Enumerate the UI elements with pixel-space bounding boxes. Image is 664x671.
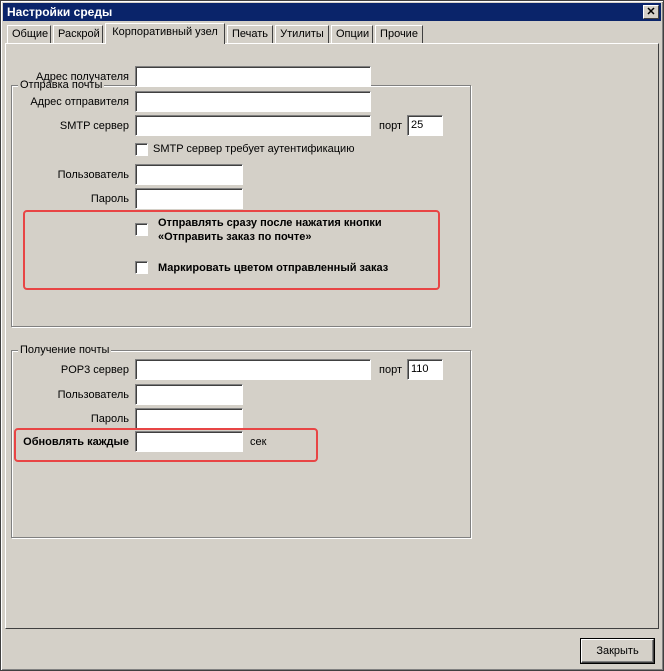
tab-other[interactable]: Прочие: [375, 25, 423, 43]
pop3-input[interactable]: [135, 359, 371, 380]
tab-cutting[interactable]: Раскрой: [53, 25, 103, 43]
tab-options[interactable]: Опции: [331, 25, 373, 43]
recipient-label: Адрес получателя: [36, 71, 129, 83]
receive-password-input[interactable]: [135, 408, 243, 429]
send-immediately-label-line2: «Отправить заказ по почте»: [158, 231, 312, 243]
refresh-unit-label: сек: [250, 436, 267, 448]
tab-print[interactable]: Печать: [227, 25, 273, 43]
receive-user-input[interactable]: [135, 384, 243, 405]
mark-color-label: Маркировать цветом отправленный заказ: [158, 262, 389, 274]
receive-mail-group-title: Получение почты: [18, 344, 112, 356]
sender-label: Адрес отправителя: [30, 96, 129, 108]
send-user-input[interactable]: [135, 164, 243, 185]
refresh-interval-label: Обновлять каждые: [23, 436, 129, 448]
refresh-interval-input[interactable]: [135, 431, 243, 452]
send-immediately-label-line1: Отправлять сразу после нажатия кнопки: [158, 217, 382, 229]
tab-utilities[interactable]: Утилиты: [275, 25, 329, 43]
send-user-label: Пользователь: [57, 169, 129, 181]
send-password-input[interactable]: [135, 188, 243, 209]
smtp-port-input[interactable]: 25: [407, 115, 443, 136]
pop3-port-input[interactable]: 110: [407, 359, 443, 380]
receive-user-label: Пользователь: [57, 389, 129, 401]
recipient-input[interactable]: [135, 66, 371, 87]
smtp-label: SMTP сервер: [59, 120, 129, 132]
receive-password-label: Пароль: [90, 413, 129, 425]
smtp-input[interactable]: [135, 115, 371, 136]
pop3-port-label: порт: [379, 364, 402, 376]
window-title: Настройки среды: [7, 5, 113, 19]
title-bar: Настройки среды ✕: [3, 3, 661, 21]
smtp-port-label: порт: [379, 120, 402, 132]
close-icon[interactable]: ✕: [643, 5, 659, 19]
close-button[interactable]: Закрыть: [581, 639, 654, 663]
settings-window: Настройки среды ✕ Общие Раскрой Корпорат…: [0, 0, 664, 671]
smtp-auth-checkbox[interactable]: [135, 143, 148, 156]
smtp-auth-label: SMTP сервер требует аутентификацию: [153, 143, 355, 155]
sender-input[interactable]: [135, 91, 371, 112]
send-immediately-checkbox[interactable]: [135, 223, 148, 236]
tab-corporate-node[interactable]: Корпоративный узел: [105, 23, 225, 44]
mark-color-checkbox[interactable]: [135, 261, 148, 274]
pop3-label: POP3 сервер: [60, 364, 129, 376]
tab-general[interactable]: Общие: [7, 25, 51, 43]
send-password-label: Пароль: [90, 193, 129, 205]
